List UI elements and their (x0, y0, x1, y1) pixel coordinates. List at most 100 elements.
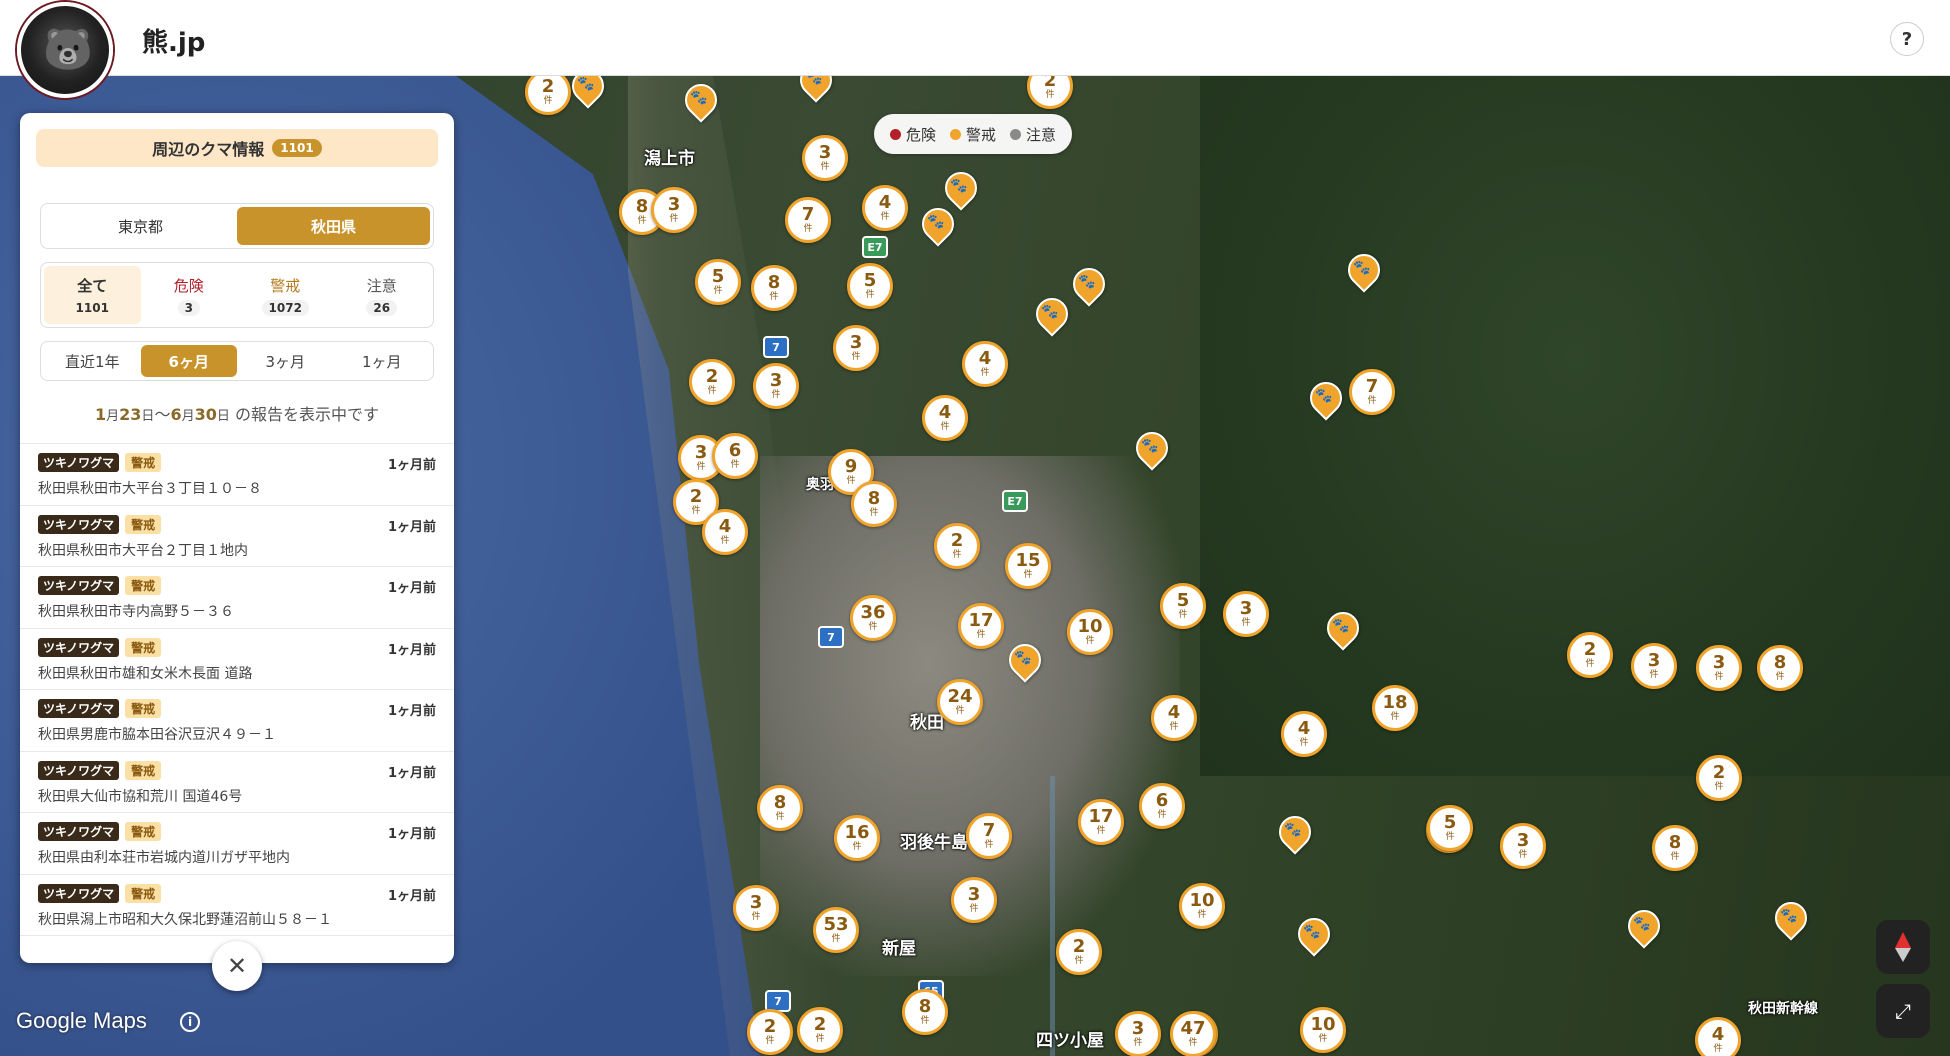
cluster-marker[interactable]: 3件 (651, 187, 697, 233)
cluster-marker[interactable]: 2件 (1567, 632, 1613, 678)
filter-all[interactable]: 全て 1101 (44, 266, 141, 324)
cluster-marker[interactable]: 8件 (757, 785, 803, 831)
info-icon[interactable]: i (180, 1012, 200, 1032)
cluster-marker[interactable]: 5件 (1427, 805, 1473, 851)
cluster-marker[interactable]: 15 件 (1005, 543, 1051, 589)
cluster-unit: 件 (669, 214, 679, 224)
cluster-marker[interactable]: 53 件 (813, 907, 859, 953)
cluster-unit: 件 (955, 706, 965, 716)
cluster-marker[interactable]: 10 件 (1067, 609, 1113, 655)
prefecture-tabs: 東京都 秋田県 (40, 203, 434, 249)
cluster-marker[interactable]: 7件 (966, 813, 1012, 859)
cluster-marker[interactable]: 18 件 (1372, 685, 1418, 731)
cluster-marker[interactable]: 7件 (785, 197, 831, 243)
cluster-unit: 件 (713, 286, 723, 296)
help-button[interactable]: ? (1890, 22, 1924, 56)
cluster-marker[interactable]: 8件 (1652, 825, 1698, 871)
legend-label: 危険 (906, 125, 937, 144)
cluster-marker[interactable]: 16 件 (834, 815, 880, 861)
cluster-marker[interactable]: 2件 (797, 1007, 843, 1053)
list-item[interactable]: ツキノワグマ 警戒 1ヶ月前 秋田県秋田市大平台３丁目１０－８ (20, 444, 454, 506)
cluster-marker[interactable]: 47 件 (1170, 1011, 1216, 1056)
cluster-marker[interactable]: 4件 (702, 509, 748, 555)
cluster-count: 2 (813, 1014, 827, 1035)
cluster-marker[interactable]: 7件 (1349, 369, 1395, 415)
cluster-marker[interactable]: 5件 (847, 263, 893, 309)
cluster-marker[interactable]: 8件 (751, 265, 797, 311)
cluster-marker[interactable]: 8件 (1757, 645, 1803, 691)
cluster-marker[interactable]: 5件 (1160, 583, 1206, 629)
cluster-marker[interactable]: 4件 (862, 185, 908, 231)
cluster-marker[interactable]: 4件 (962, 341, 1008, 387)
cluster-marker[interactable]: 8件 (851, 481, 897, 527)
level-badge: 警戒 (125, 576, 162, 595)
cluster-marker[interactable]: 36 件 (850, 595, 896, 641)
cluster-count: 3 (1712, 652, 1726, 673)
level-filter-tabs: 全て 1101 危険 3 警戒 1072 注意 26 (40, 262, 434, 328)
cluster-marker[interactable]: 2件 (934, 523, 980, 569)
cluster-unit: 件 (696, 462, 706, 472)
filter-danger[interactable]: 危険 3 (141, 266, 238, 324)
tab-akita[interactable]: 秋田県 (237, 207, 430, 245)
cluster-marker[interactable]: 5件 (695, 259, 741, 305)
cluster-marker[interactable]: 6件 (1139, 783, 1185, 829)
cluster-marker[interactable]: 6件 (712, 433, 758, 479)
range-1month[interactable]: 1ヶ月 (334, 345, 431, 377)
cluster-marker[interactable]: 3件 (753, 363, 799, 409)
cluster-marker[interactable]: 4件 (1695, 1017, 1741, 1056)
filter-warning[interactable]: 警戒 1072 (237, 266, 334, 324)
range-3months[interactable]: 3ヶ月 (237, 345, 334, 377)
cluster-marker[interactable]: 24 件 (937, 679, 983, 725)
cluster-marker[interactable]: 3件 (1696, 645, 1742, 691)
cluster-marker[interactable]: 3件 (1223, 591, 1269, 637)
cluster-marker[interactable]: 4件 (922, 395, 968, 441)
cluster-unit: 件 (1157, 810, 1167, 820)
range-1year[interactable]: 直近1年 (44, 345, 141, 377)
bear-logo[interactable] (17, 2, 113, 98)
cluster-marker[interactable]: 10 件 (1179, 883, 1225, 929)
site-title[interactable]: 熊.jp (142, 22, 205, 59)
compass-button[interactable] (1876, 920, 1930, 974)
close-panel-button[interactable]: ✕ (212, 941, 262, 991)
tab-tokyo[interactable]: 東京都 (44, 207, 237, 245)
list-item[interactable]: ツキノワグマ 警戒 1ヶ月前 秋田県秋田市雄和女米木長面 道路 (20, 629, 454, 690)
cluster-unit: 件 (1133, 1038, 1143, 1048)
cluster-marker[interactable]: 3件 (1631, 643, 1677, 689)
cluster-marker[interactable]: 3件 (833, 325, 879, 371)
cluster-marker[interactable]: 4件 (1151, 695, 1197, 741)
cluster-unit: 件 (920, 1016, 930, 1026)
cluster-marker[interactable]: 3件 (802, 135, 848, 181)
cluster-marker[interactable]: 3件 (951, 877, 997, 923)
list-item[interactable]: ツキノワグマ 警戒 1ヶ月前 秋田県由利本荘市岩城内道川ガザ平地内 (20, 813, 454, 875)
list-item[interactable]: ツキノワグマ 警戒 1ヶ月前 秋田県潟上市昭和大久保北野蓮沼前山５８－１ (20, 875, 454, 936)
filter-label: 危険 (173, 276, 204, 295)
list-item[interactable]: ツキノワグマ 警戒 1ヶ月前 秋田県秋田市大平台２丁目１地内 (20, 506, 454, 567)
cluster-count: 7 (1365, 376, 1379, 397)
cluster-marker[interactable]: 17 件 (1078, 799, 1124, 845)
filter-caution[interactable]: 注意 26 (334, 266, 431, 324)
cluster-unit: 件 (852, 842, 862, 852)
cluster-marker[interactable]: 2件 (1696, 755, 1742, 801)
header: 熊.jp ? (0, 0, 1950, 76)
list-item[interactable]: ツキノワグマ 警戒 1ヶ月前 秋田県秋田市寺内高野５－３６ (20, 567, 454, 629)
cluster-marker[interactable]: 8件 (902, 989, 948, 1035)
cluster-marker[interactable]: 4件 (1281, 711, 1327, 757)
cluster-marker[interactable]: 2件 (689, 359, 735, 405)
cluster-marker[interactable]: 17 件 (958, 603, 1004, 649)
list-item[interactable]: ツキノワグマ 警戒 1ヶ月前 秋田県男鹿市脇本田谷沢豆沢４９－１ (20, 690, 454, 752)
range-6months[interactable]: 6ヶ月 (140, 345, 237, 377)
report-list: ツキノワグマ 警戒 1ヶ月前 秋田県秋田市大平台３丁目１０－８ ツキノワグマ 警戒 … (20, 443, 454, 936)
cluster-marker[interactable]: 2件 (1056, 929, 1102, 975)
cluster-count: 9 (844, 456, 858, 477)
cluster-count: 8 (635, 196, 649, 217)
list-item[interactable]: ツキノワグマ 警戒 1ヶ月前 秋田県大仙市協和荒川 国道46号 (20, 752, 454, 813)
filter-count: 1101 (75, 300, 109, 315)
cluster-marker[interactable]: 2件 (747, 1009, 793, 1055)
cluster-marker[interactable]: 3件 (1115, 1011, 1161, 1056)
cluster-marker[interactable]: 3件 (733, 885, 779, 931)
railway-label-shinkansen: 秋田新幹線 (1748, 1001, 1818, 1017)
cluster-marker[interactable]: 10 件 (1300, 1007, 1346, 1053)
cluster-marker[interactable]: 3件 (1500, 823, 1546, 869)
fullscreen-button[interactable]: ⤢ (1876, 984, 1930, 1038)
cluster-count: 2 (689, 486, 703, 507)
